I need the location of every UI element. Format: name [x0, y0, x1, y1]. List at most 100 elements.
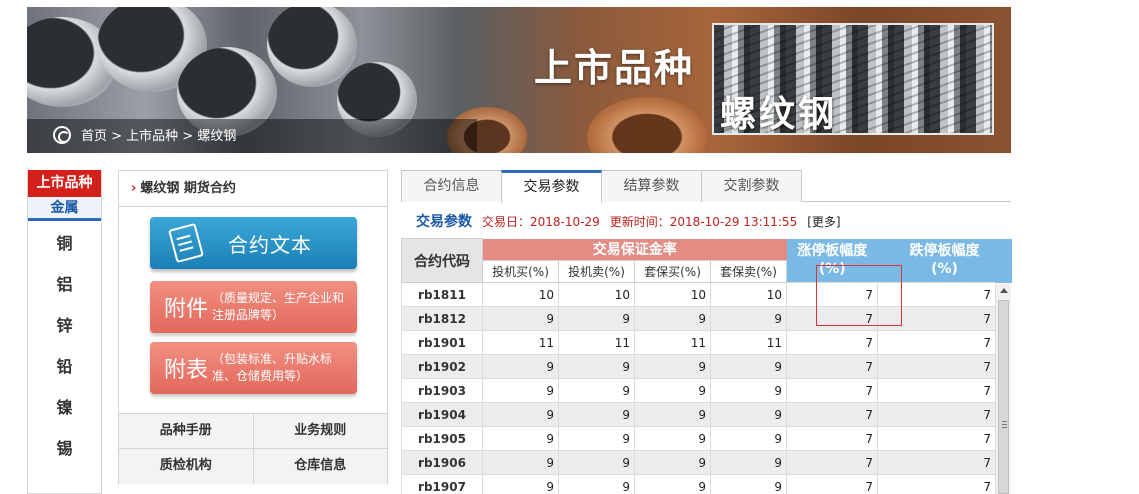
- hedge-sell-cell: 9: [710, 474, 787, 494]
- hedge-sell-cell: 10: [710, 282, 787, 307]
- contract-code-cell[interactable]: rb1907: [401, 474, 483, 494]
- spec-sell-cell: 9: [558, 306, 635, 331]
- tab-contract-info[interactable]: 合约信息: [401, 170, 502, 202]
- spec-buy-cell: 9: [482, 474, 559, 494]
- spec-buy-cell: 9: [482, 426, 559, 451]
- spec-buy-cell: 11: [482, 330, 559, 355]
- category-group-metal[interactable]: 金属: [28, 197, 101, 221]
- table-row: rb1902 9 9 9 9 7 7: [401, 354, 1012, 379]
- hedge-sell-cell: 11: [710, 330, 787, 355]
- spec-buy-cell: 9: [482, 354, 559, 379]
- spec-buy-cell: 9: [482, 402, 559, 427]
- product-panel: › 螺纹钢 期货合约 合约文本 附件 （质量规定、生产企业和注册品牌等） 附表 （…: [118, 170, 388, 484]
- tab-settlement-params[interactable]: 结算参数: [601, 170, 702, 202]
- spec-sell-cell: 9: [558, 450, 635, 475]
- category-item[interactable]: 锡: [28, 439, 101, 480]
- limit-down-cell: 7: [877, 450, 996, 475]
- hedge-buy-cell: 11: [634, 330, 711, 355]
- spec-buy-cell: 9: [482, 450, 559, 475]
- category-sidebar: 上市品种 金属 铜 铝 锌 铅 镍 锡: [27, 170, 102, 494]
- limit-down-cell: 7: [877, 402, 996, 427]
- contract-code-cell[interactable]: rb1906: [401, 450, 483, 475]
- contract-code-cell[interactable]: rb1903: [401, 378, 483, 403]
- attachment-desc: （质量规定、生产企业和注册品牌等）: [212, 291, 345, 322]
- scroll-up-icon[interactable]: [1000, 288, 1008, 293]
- hedge-sell-cell: 9: [710, 402, 787, 427]
- schedule-desc: （包装标准、升贴水标准、仓储费用等）: [212, 352, 333, 383]
- document-icon: [168, 222, 204, 264]
- chevron-right-icon: ›: [131, 181, 137, 196]
- spec-sell-cell: 9: [558, 354, 635, 379]
- home-icon[interactable]: [53, 125, 71, 144]
- params-table: 合约代码 交易保证金率 涨停板幅度 (%) 跌停板幅度 (%) 投机买(%) 投…: [401, 238, 1012, 494]
- hedge-sell-cell: 9: [710, 426, 787, 451]
- contract-text-label: 合约文本: [228, 232, 312, 257]
- business-rules-link[interactable]: 业务规则: [252, 414, 387, 448]
- schedule-label: 附表: [164, 358, 209, 383]
- spec-sell-cell: 9: [558, 378, 635, 403]
- limit-up-cell: 7: [786, 426, 878, 451]
- schedule-button[interactable]: 附表 （包装标准、升贴水标准、仓储费用等）: [150, 342, 357, 394]
- inspection-agency-link[interactable]: 质检机构: [119, 449, 253, 484]
- highlight-box: [816, 265, 902, 326]
- hedge-buy-cell: 10: [634, 282, 711, 307]
- breadcrumb-text[interactable]: 首页 > 上市品种 > 螺纹钢: [81, 125, 236, 144]
- limit-up-cell: 7: [786, 330, 878, 355]
- hedge-buy-cell: 9: [634, 426, 711, 451]
- table-row: rb1903 9 9 9 9 7 7: [401, 378, 1012, 403]
- scroll-thumb[interactable]: [998, 300, 1009, 494]
- hedge-buy-cell: 9: [634, 402, 711, 427]
- attachment-button[interactable]: 附件 （质量规定、生产企业和注册品牌等）: [150, 281, 357, 333]
- spec-buy-cell: 10: [482, 282, 559, 307]
- spec-sell-cell: 11: [558, 330, 635, 355]
- limit-down-cell: 7: [877, 474, 996, 494]
- header-spec-sell: 投机卖(%): [558, 260, 635, 283]
- contract-text-button[interactable]: 合约文本: [150, 217, 357, 269]
- header-spec-buy: 投机买(%): [482, 260, 559, 283]
- contract-code-cell[interactable]: rb1905: [401, 426, 483, 451]
- hedge-buy-cell: 9: [634, 474, 711, 494]
- tab-bar: 合约信息 交易参数 结算参数 交割参数: [401, 170, 1011, 203]
- trade-date: 交易日：2018-10-29: [482, 215, 600, 229]
- tab-trading-params[interactable]: 交易参数: [501, 170, 602, 203]
- limit-up-cell: 7: [786, 402, 878, 427]
- hedge-buy-cell: 9: [634, 378, 711, 403]
- product-manual-link[interactable]: 品种手册: [119, 414, 253, 448]
- contract-code-cell[interactable]: rb1901: [401, 330, 483, 355]
- category-item[interactable]: 铅: [28, 357, 101, 398]
- header-hedge-sell: 套保卖(%): [710, 260, 787, 283]
- category-item[interactable]: 锌: [28, 316, 101, 357]
- category-item[interactable]: 铜: [28, 234, 101, 275]
- table-row: rb1812 9 9 9 9 7 7: [401, 306, 1012, 331]
- spec-sell-cell: 9: [558, 402, 635, 427]
- banner-subtitle: 螺纹钢: [720, 94, 838, 135]
- panel-title-text: 螺纹钢 期货合约: [140, 181, 236, 196]
- table-scrollbar[interactable]: [995, 284, 1011, 494]
- limit-down-cell: 7: [877, 354, 996, 379]
- category-item[interactable]: 镍: [28, 398, 101, 439]
- contract-code-cell[interactable]: rb1812: [401, 306, 483, 331]
- hedge-sell-cell: 9: [710, 306, 787, 331]
- tab-delivery-params[interactable]: 交割参数: [701, 170, 802, 202]
- hedge-buy-cell: 9: [634, 354, 711, 379]
- warehouse-info-link[interactable]: 仓库信息: [252, 449, 387, 484]
- contract-code-cell[interactable]: rb1902: [401, 354, 483, 379]
- banner: 上市品种 螺纹钢 首页 > 上市品种 > 螺纹钢: [27, 7, 1011, 153]
- info-line: 交易参数 交易日：2018-10-29 更新时间：2018-10-29 13:1…: [416, 211, 841, 231]
- more-link[interactable]: [更多]: [807, 213, 840, 230]
- contract-code-cell[interactable]: rb1811: [401, 282, 483, 307]
- header-contract-code: 合约代码: [401, 238, 483, 283]
- spec-sell-cell: 10: [558, 282, 635, 307]
- hedge-sell-cell: 9: [710, 378, 787, 403]
- contract-code-cell[interactable]: rb1904: [401, 402, 483, 427]
- category-item[interactable]: 铝: [28, 275, 101, 316]
- hedge-buy-cell: 9: [634, 450, 711, 475]
- hedge-sell-cell: 9: [710, 354, 787, 379]
- panel-title: › 螺纹钢 期货合约: [119, 171, 387, 207]
- spec-sell-cell: 9: [558, 474, 635, 494]
- table-row: rb1907 9 9 9 9 7 7: [401, 474, 1012, 494]
- table-row: rb1906 9 9 9 9 7 7: [401, 450, 1012, 475]
- update-time: 更新时间：2018-10-29 13:11:55: [609, 215, 798, 229]
- table-row: rb1811 10 10 10 10 7 7: [401, 282, 1012, 307]
- table-row: rb1904 9 9 9 9 7 7: [401, 402, 1012, 427]
